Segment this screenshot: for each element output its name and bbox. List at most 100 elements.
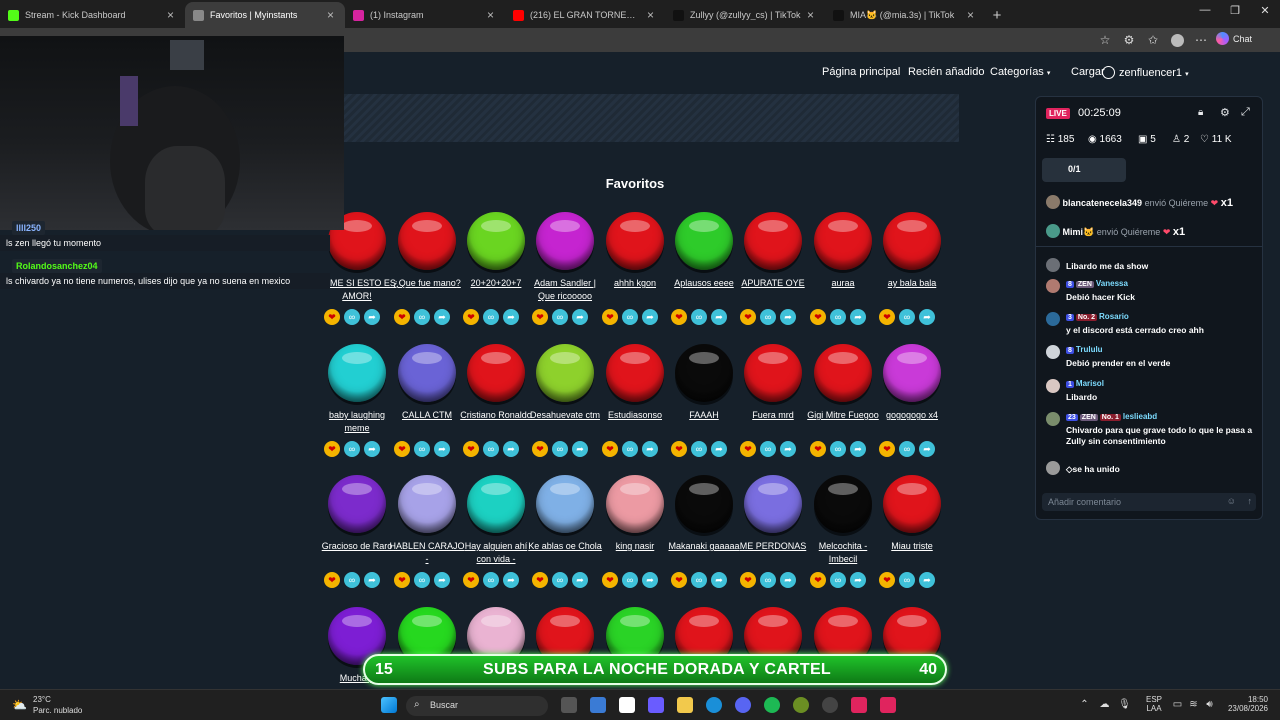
browser-tab[interactable]: Zullyy (@zullyy_cs) | TikTok × (665, 2, 825, 28)
emoji-icon[interactable]: ☺ (1227, 496, 1236, 506)
lock-icon[interactable]: 🔒︎ (1198, 107, 1203, 118)
tab-close-icon[interactable]: × (487, 8, 497, 22)
sound-button-label[interactable]: Aplausos eeee (665, 277, 743, 305)
share-icon[interactable]: ➦ (572, 572, 588, 588)
minimize-icon[interactable]: — (1190, 4, 1220, 16)
taskbar-search[interactable]: ⌕ Buscar (406, 696, 548, 716)
share-icon[interactable]: ➦ (850, 441, 866, 457)
link-icon[interactable]: ∞ (691, 441, 707, 457)
sound-button-label[interactable]: APURATE OYE (734, 277, 812, 305)
notes-app-icon[interactable] (590, 697, 606, 713)
link-icon[interactable]: ∞ (622, 572, 638, 588)
link-icon[interactable]: ∞ (760, 572, 776, 588)
link-icon[interactable]: ∞ (414, 309, 430, 325)
link-icon[interactable]: ∞ (899, 309, 915, 325)
heart-icon[interactable]: ❤ (740, 309, 756, 325)
sound-button-label[interactable]: Desahuevate ctm (526, 409, 604, 437)
obs-icon[interactable] (822, 697, 838, 713)
task-view-icon[interactable] (561, 697, 577, 713)
share-icon[interactable]: ➦ (364, 309, 380, 325)
heart-icon[interactable]: ❤ (810, 309, 826, 325)
link-icon[interactable]: ∞ (691, 309, 707, 325)
share-icon[interactable]: ➦ (711, 309, 727, 325)
sound-play-button[interactable] (883, 212, 941, 270)
link-icon[interactable]: ∞ (483, 572, 499, 588)
store-app-icon[interactable] (619, 697, 635, 713)
sound-play-button[interactable] (675, 212, 733, 270)
sound-button-label[interactable]: Adam Sandler | Que ricooooo (526, 277, 604, 305)
sound-button-label[interactable]: Makanaki gaaaaa (665, 540, 743, 568)
share-icon[interactable]: ➦ (919, 441, 935, 457)
sound-play-button[interactable] (744, 344, 802, 402)
profile-avatar-icon[interactable] (1169, 32, 1185, 48)
tab-close-icon[interactable]: × (327, 8, 337, 22)
heart-icon[interactable]: ❤ (879, 572, 895, 588)
link-icon[interactable]: ∞ (622, 441, 638, 457)
sound-play-button[interactable] (883, 344, 941, 402)
link-icon[interactable]: ∞ (344, 309, 360, 325)
heart-icon[interactable]: ❤ (879, 309, 895, 325)
sound-play-button[interactable] (467, 212, 525, 270)
sound-button-label[interactable]: Ke ablas oe Chola (526, 540, 604, 568)
heart-icon[interactable]: ❤ (324, 572, 340, 588)
heart-icon[interactable]: ❤ (532, 441, 548, 457)
share-icon[interactable]: ➦ (434, 441, 450, 457)
sound-play-button[interactable] (675, 475, 733, 533)
browser-tab[interactable]: Stream - Kick Dashboard × (0, 2, 185, 28)
share-icon[interactable]: ➦ (642, 572, 658, 588)
sound-button-label[interactable]: 20+20+20+7 (457, 277, 535, 305)
close-window-icon[interactable]: ✕ (1250, 4, 1280, 17)
heart-icon[interactable]: ❤ (394, 309, 410, 325)
sound-button-label[interactable]: Fuera mrd (734, 409, 812, 437)
taskbar-clock[interactable]: 18:50 23/08/2026 (1222, 695, 1268, 713)
sound-play-button[interactable] (606, 344, 664, 402)
heart-icon[interactable]: ❤ (324, 441, 340, 457)
sound-button-label[interactable]: baby laughing meme (318, 409, 396, 437)
more-options-icon[interactable]: ⋯ (1193, 32, 1209, 48)
language-indicator[interactable]: ESP LAA (1145, 695, 1163, 713)
link-icon[interactable]: ∞ (830, 309, 846, 325)
sound-button-label[interactable]: FAAAH (665, 409, 743, 437)
sound-button-label[interactable]: ay bala bala (873, 277, 951, 305)
link-icon[interactable]: ∞ (691, 572, 707, 588)
share-icon[interactable]: ➦ (434, 572, 450, 588)
heart-icon[interactable]: ❤ (394, 441, 410, 457)
sound-play-button[interactable] (675, 344, 733, 402)
sound-button-label[interactable]: Hay alguien ahí con vida - (457, 540, 535, 568)
heart-icon[interactable]: ❤ (740, 572, 756, 588)
link-icon[interactable]: ∞ (552, 309, 568, 325)
share-icon[interactable]: ➦ (503, 309, 519, 325)
popout-icon[interactable]: ⤢ (1241, 106, 1250, 119)
file-explorer-icon[interactable] (677, 697, 693, 713)
share-icon[interactable]: ➦ (434, 309, 450, 325)
heart-icon[interactable]: ❤ (602, 572, 618, 588)
kick-app-icon[interactable] (793, 697, 809, 713)
sound-play-button[interactable] (883, 475, 941, 533)
link-icon[interactable]: ∞ (552, 441, 568, 457)
nav-new-link[interactable]: Recién añadido (908, 66, 984, 78)
windows-start-icon[interactable] (381, 697, 397, 713)
heart-icon[interactable]: ❤ (463, 309, 479, 325)
browser-tab[interactable]: (216) EL GRAN TORNEO DE FARM × (505, 2, 665, 28)
share-icon[interactable]: ➦ (503, 572, 519, 588)
tab-close-icon[interactable]: × (807, 8, 817, 22)
sound-play-button[interactable] (398, 344, 456, 402)
volume-icon[interactable]: 🔊︎ (1204, 699, 1215, 710)
sound-button-label[interactable]: ahhh kgon (596, 277, 674, 305)
nav-upload-link[interactable]: Cargar (1071, 66, 1105, 78)
share-icon[interactable]: ➦ (919, 309, 935, 325)
sound-button-label[interactable]: ¿Que fue mano? (388, 277, 466, 305)
link-icon[interactable]: ∞ (483, 309, 499, 325)
share-icon[interactable]: ➦ (850, 309, 866, 325)
sound-play-button[interactable] (814, 344, 872, 402)
browser-tab[interactable]: MIA🐱 (@mia.3s) | TikTok × (825, 2, 985, 28)
sound-button-label[interactable]: gogogogo x4 (873, 409, 951, 437)
favorites-icon[interactable]: ✩ (1145, 32, 1161, 48)
share-icon[interactable]: ➦ (780, 572, 796, 588)
sound-play-button[interactable] (398, 475, 456, 533)
heart-icon[interactable]: ❤ (740, 441, 756, 457)
spotify-icon[interactable] (764, 697, 780, 713)
link-icon[interactable]: ∞ (622, 309, 638, 325)
sound-play-button[interactable] (328, 475, 386, 533)
sound-play-button[interactable] (744, 475, 802, 533)
